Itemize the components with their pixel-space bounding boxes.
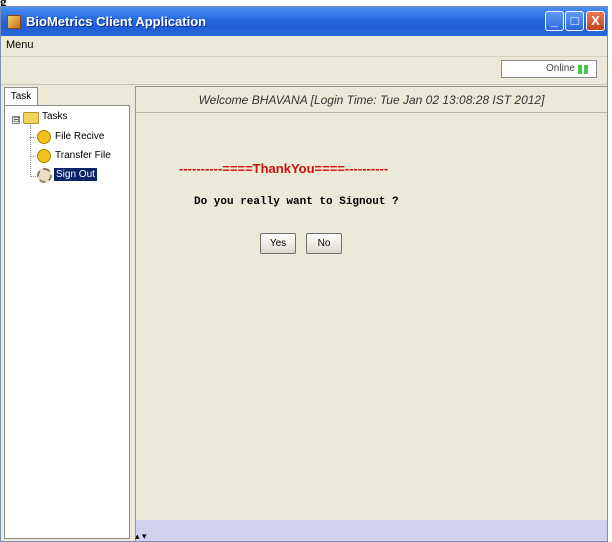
tree-collapse-icon[interactable]: ⊟ bbox=[12, 116, 20, 124]
minimize-button[interactable]: _ bbox=[545, 11, 564, 31]
signout-question: Do you really want to Signout ? bbox=[194, 196, 399, 208]
app-icon bbox=[7, 15, 21, 29]
smiley-icon bbox=[37, 130, 51, 144]
footer-strip bbox=[136, 520, 607, 541]
close-button[interactable]: X bbox=[586, 11, 605, 31]
signal-bar-icon bbox=[578, 65, 582, 74]
tab-task[interactable]: Task bbox=[4, 87, 38, 106]
title-bar[interactable]: BioMetrics Client Application _ □ X bbox=[1, 7, 607, 36]
yes-button[interactable]: Yes bbox=[260, 233, 296, 254]
online-status: Online bbox=[501, 60, 597, 78]
welcome-header: Welcome BHAVANA [Login Time: Tue Jan 02 … bbox=[136, 87, 607, 113]
tree-guide-line bbox=[30, 125, 31, 177]
thankyou-banner: ----------====ThankYou====---------- bbox=[179, 161, 389, 176]
signal-bar-icon bbox=[584, 65, 588, 74]
task-tree: ⊟ Tasks File Recive Transfer File Sign O… bbox=[4, 105, 130, 539]
tree-item-sign-out[interactable]: Sign Out bbox=[54, 168, 97, 181]
gear-icon bbox=[37, 168, 52, 183]
menu-bar: Menu bbox=[1, 36, 607, 57]
tree-item-file-recive[interactable]: File Recive bbox=[55, 131, 104, 142]
no-button[interactable]: No bbox=[306, 233, 342, 254]
smiley-icon bbox=[37, 149, 51, 163]
welcome-message: Welcome BHAVANA [Login Time: Tue Jan 02 … bbox=[198, 93, 545, 107]
toolbar: Online bbox=[1, 57, 607, 85]
status-label: Online bbox=[546, 63, 575, 74]
tree-item-transfer-file[interactable]: Transfer File bbox=[55, 150, 111, 161]
window-title: BioMetrics Client Application bbox=[26, 14, 207, 29]
menu-item-menu[interactable]: Menu bbox=[6, 39, 34, 51]
folder-icon bbox=[23, 112, 39, 124]
maximize-button[interactable]: □ bbox=[565, 11, 584, 31]
application-window: BioMetrics Client Application _ □ X Menu… bbox=[0, 6, 608, 542]
tree-root-tasks[interactable]: Tasks bbox=[42, 111, 68, 122]
main-panel: Welcome BHAVANA [Login Time: Tue Jan 02 … bbox=[135, 86, 607, 541]
scroll-marker: ▴ ▾ bbox=[135, 531, 147, 541]
task-panel: Task ⊟ Tasks File Recive Transfer File S… bbox=[4, 87, 131, 539]
